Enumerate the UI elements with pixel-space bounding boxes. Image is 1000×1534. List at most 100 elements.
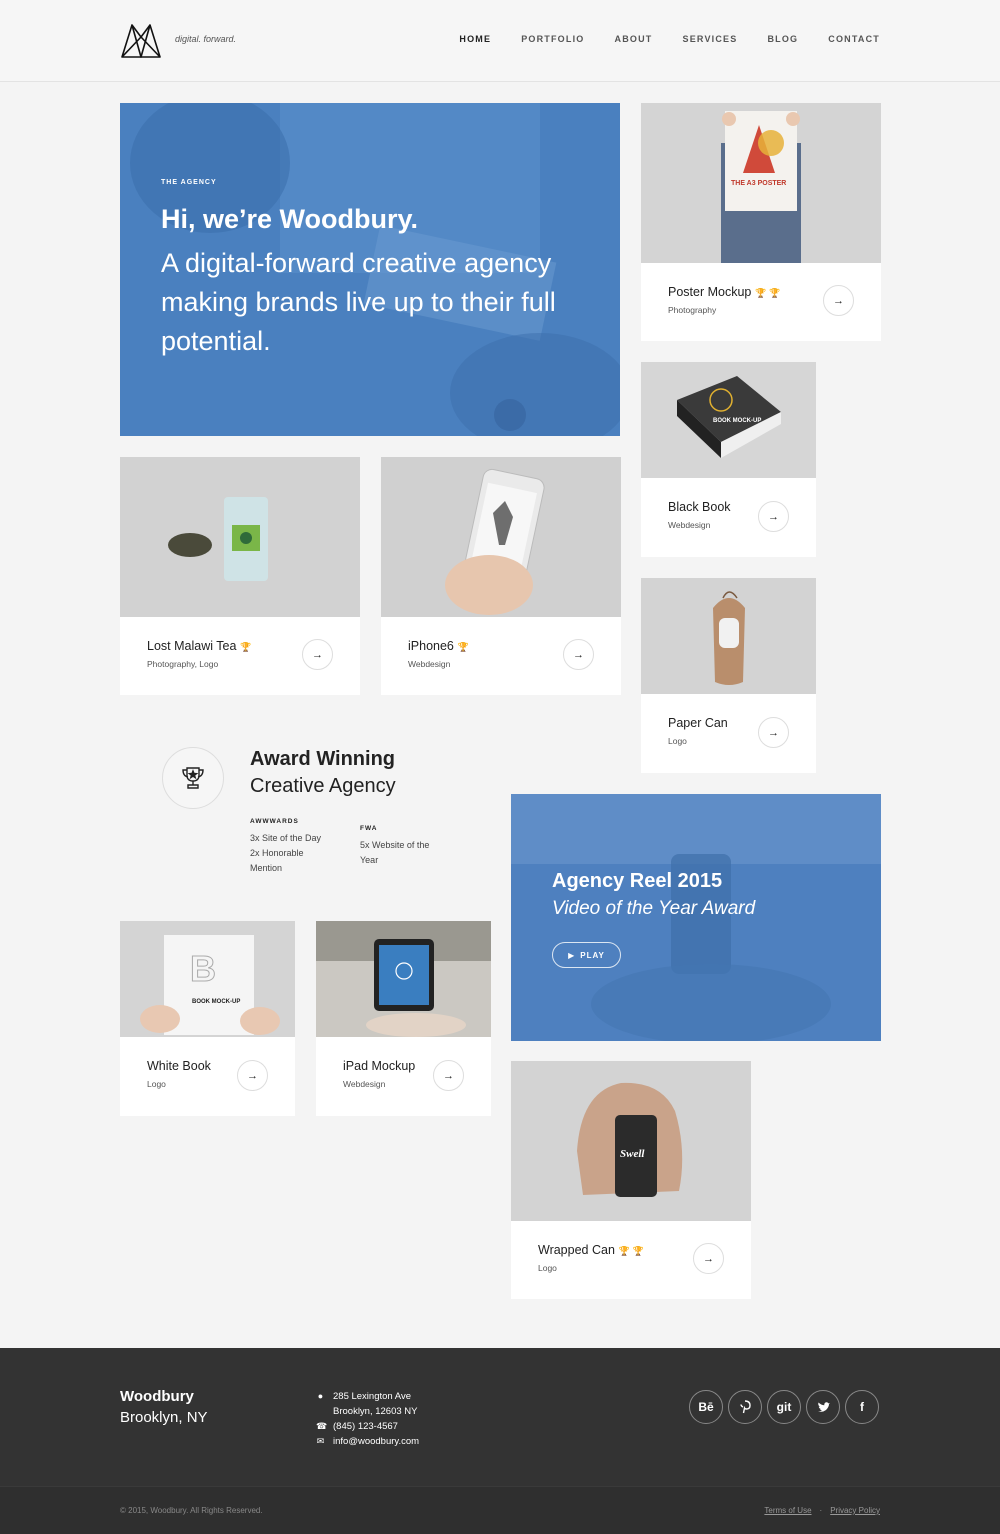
poster-image: THE A3 POSTER <box>641 103 881 263</box>
project-card-tea[interactable]: Lost Malawi Tea 🏆 Photography, Logo → <box>120 457 360 695</box>
book-text: BOOK MOCK-UP <box>713 418 761 424</box>
trophy-icon: 🏆 🏆 <box>618 1246 644 1256</box>
card-title: Wrapped Can 🏆 🏆 <box>538 1243 644 1257</box>
card-title: White Book <box>147 1059 211 1073</box>
hero-banner: THE AGENCY Hi, we’re Woodbury. A digital… <box>120 103 620 436</box>
site-header: digital. forward. HOME PORTFOLIO ABOUT S… <box>0 0 1000 82</box>
awwwards-line: 3x Site of the Day <box>250 833 322 843</box>
card-category: Photography, Logo <box>147 659 219 669</box>
hero-eyebrow: THE AGENCY <box>161 179 217 186</box>
white-book-image: B BOOK MOCK-UP <box>120 921 295 1037</box>
reel-subtitle: Video of the Year Award <box>552 898 756 919</box>
legal-links: Terms of Use · Privacy Policy <box>764 1506 880 1515</box>
address-line-1: 285 Lexington Ave <box>333 1391 412 1402</box>
paper-can-image <box>641 578 816 694</box>
fwa-column: FWA 5x Website of the Year <box>360 821 429 868</box>
tagline: digital. forward. <box>175 34 237 44</box>
social-links: Bē git f <box>689 1390 879 1424</box>
phone-icon: ☎ <box>316 1421 328 1431</box>
arrow-right-icon[interactable]: → <box>302 639 333 670</box>
project-card-black-book[interactable]: BOOK MOCK-UP Black Book Webdesign → <box>641 362 816 557</box>
card-category: Logo <box>668 736 687 746</box>
card-category: Webdesign <box>408 659 451 669</box>
can-text: Swell <box>620 1148 645 1160</box>
awwwards-line: 2x Honorable <box>250 848 304 858</box>
arrow-right-icon[interactable]: → <box>823 285 854 316</box>
nav-contact[interactable]: CONTACT <box>828 34 880 44</box>
card-title: Poster Mockup 🏆 🏆 <box>668 285 781 299</box>
trophy-icon: 🏆 <box>240 642 252 652</box>
card-category: Logo <box>538 1263 557 1273</box>
agency-reel-banner: Agency Reel 2015 Video of the Year Award… <box>511 794 881 1041</box>
arrow-right-icon[interactable]: → <box>758 717 789 748</box>
card-category: Logo <box>147 1079 166 1089</box>
award-badge <box>162 747 224 809</box>
card-title: Paper Can <box>668 716 728 730</box>
card-title: Black Book <box>668 500 731 514</box>
arrow-right-icon[interactable]: → <box>758 501 789 532</box>
card-category: Webdesign <box>668 520 711 530</box>
footer-city: Brooklyn, NY <box>120 1409 208 1426</box>
hero-title: Hi, we’re Woodbury. <box>161 204 419 234</box>
fwa-line: Year <box>360 855 379 865</box>
project-card-poster[interactable]: THE A3 POSTER Poster Mockup 🏆 🏆 Photograp… <box>641 103 881 341</box>
nav-about[interactable]: ABOUT <box>615 34 653 44</box>
awwwards-column: AWWWARDS 3x Site of the Day 2x Honorable… <box>250 814 321 876</box>
email-link[interactable]: info@woodbury.com <box>333 1434 419 1449</box>
arrow-right-icon[interactable]: → <box>563 639 594 670</box>
woodbury-logo-icon[interactable] <box>120 21 162 59</box>
pinterest-icon[interactable] <box>728 1390 762 1424</box>
project-card-white-book[interactable]: B BOOK MOCK-UP White Book Logo → <box>120 921 295 1116</box>
card-title: iPhone6 🏆 <box>408 639 470 653</box>
facebook-icon[interactable]: f <box>845 1390 879 1424</box>
tea-image <box>120 457 360 617</box>
twitter-icon[interactable] <box>806 1390 840 1424</box>
github-icon[interactable]: git <box>767 1390 801 1424</box>
copyright: © 2015, Woodbury. All Rights Reserved. <box>120 1506 263 1515</box>
fwa-line: 5x Website of the <box>360 840 430 850</box>
black-book-image: BOOK MOCK-UP <box>641 362 816 478</box>
arrow-right-icon[interactable]: → <box>693 1243 724 1274</box>
project-card-paper-can[interactable]: Paper Can Logo → <box>641 578 816 773</box>
ipad-image <box>316 921 491 1037</box>
mail-icon: ✉ <box>316 1436 325 1446</box>
wrapped-can-image: Swell <box>511 1061 751 1221</box>
nav-services[interactable]: SERVICES <box>683 34 738 44</box>
phone-number[interactable]: (845) 123-4567 <box>333 1419 398 1434</box>
arrow-right-icon[interactable]: → <box>433 1060 464 1091</box>
card-category: Webdesign <box>343 1079 386 1089</box>
footer-bottom-bar: © 2015, Woodbury. All Rights Reserved. T… <box>0 1486 1000 1534</box>
awwwards-line: Mention <box>250 863 283 873</box>
trophy-icon <box>182 767 204 789</box>
project-card-ipad[interactable]: iPad Mockup Webdesign → <box>316 921 491 1116</box>
footer-contact: ● 285 Lexington Ave Brooklyn, 12603 NY ☎ (… <box>316 1389 419 1449</box>
svg-text:B: B <box>190 948 216 989</box>
play-icon: ▶ <box>568 950 576 960</box>
arrow-right-icon[interactable]: → <box>237 1060 268 1091</box>
card-title: Lost Malawi Tea 🏆 <box>147 639 252 653</box>
behance-icon[interactable]: Bē <box>689 1390 723 1424</box>
project-card-iphone[interactable]: iPhone6 🏆 Webdesign → <box>381 457 621 695</box>
awwwards-heading: AWWWARDS <box>250 818 299 825</box>
card-title: iPad Mockup <box>343 1059 416 1073</box>
terms-link[interactable]: Terms of Use <box>764 1506 811 1515</box>
reel-title: Agency Reel 2015 <box>552 870 723 892</box>
location-pin-icon: ● <box>317 1391 324 1401</box>
trophy-icon: 🏆 🏆 <box>755 288 781 298</box>
nav-portfolio[interactable]: PORTFOLIO <box>521 34 584 44</box>
separator: · <box>819 1506 823 1515</box>
award-title: Award Winning <box>250 748 395 770</box>
play-button[interactable]: ▶ PLAY <box>552 942 621 968</box>
hero-subtitle: A digital-forward creative agency making… <box>161 248 556 356</box>
nav-home[interactable]: HOME <box>459 34 491 44</box>
fwa-heading: FWA <box>360 825 378 832</box>
privacy-link[interactable]: Privacy Policy <box>830 1506 880 1515</box>
play-label: PLAY <box>580 950 605 960</box>
poster-text: THE A3 POSTER <box>731 180 786 187</box>
iphone-image <box>381 457 621 617</box>
book-text: BOOK MOCK-UP <box>192 999 240 1005</box>
project-card-wrapped-can[interactable]: Swell Wrapped Can 🏆 🏆 Logo → <box>511 1061 751 1299</box>
card-category: Photography <box>668 305 717 315</box>
nav-blog[interactable]: BLOG <box>767 34 798 44</box>
site-footer: Woodbury Brooklyn, NY ● 285 Lexington Ave… <box>0 1348 1000 1486</box>
